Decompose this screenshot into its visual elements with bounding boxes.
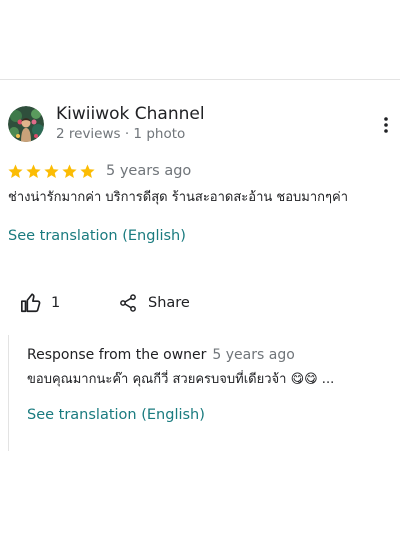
like-count: 1 xyxy=(51,295,61,311)
star-filled-icon xyxy=(62,164,77,178)
star-filled-icon xyxy=(44,164,59,178)
owner-response-date: 5 years ago xyxy=(212,347,295,363)
owner-response-label: Response from the owner xyxy=(27,347,207,363)
share-icon xyxy=(120,294,136,312)
reviewer-meta: 2 reviews · 1 photo xyxy=(56,126,186,142)
star-filled-icon xyxy=(80,164,95,178)
star-rating xyxy=(7,163,96,180)
reviewer-name[interactable]: Kiwiiwok Channel xyxy=(56,104,205,124)
owner-see-translation-link[interactable]: See translation (English) xyxy=(27,405,205,425)
review-date: 5 years ago xyxy=(106,163,192,179)
like-button[interactable]: 1 xyxy=(20,291,60,315)
star-filled-icon xyxy=(8,164,23,178)
owner-response-text: ขอบคุณมากนะค๊า คุณกีวี่ สวยครบจบที่เดียว… xyxy=(27,372,335,387)
review-text: ช่างน่ารักมากค่า บริการดีสุด ร้านสะอาดสะ… xyxy=(8,190,348,205)
owner-response: Response from the owner 5 years ago ขอบคุ… xyxy=(8,335,389,451)
star-filled-icon xyxy=(26,164,41,178)
thumbs-up-icon xyxy=(21,293,41,313)
review-card: Kiwiiwok Channel 2 reviews · 1 photo 5 y… xyxy=(0,80,400,542)
owner-response-header: Response from the owner 5 years ago xyxy=(27,345,295,365)
rating-row: 5 years ago xyxy=(7,161,191,181)
share-button[interactable]: Share xyxy=(118,291,190,315)
reviewer-avatar[interactable] xyxy=(8,106,44,142)
see-translation-link[interactable]: See translation (English) xyxy=(8,226,186,246)
more-options-button[interactable] xyxy=(376,112,396,138)
more-vert-icon xyxy=(384,117,388,133)
share-label: Share xyxy=(148,295,190,311)
